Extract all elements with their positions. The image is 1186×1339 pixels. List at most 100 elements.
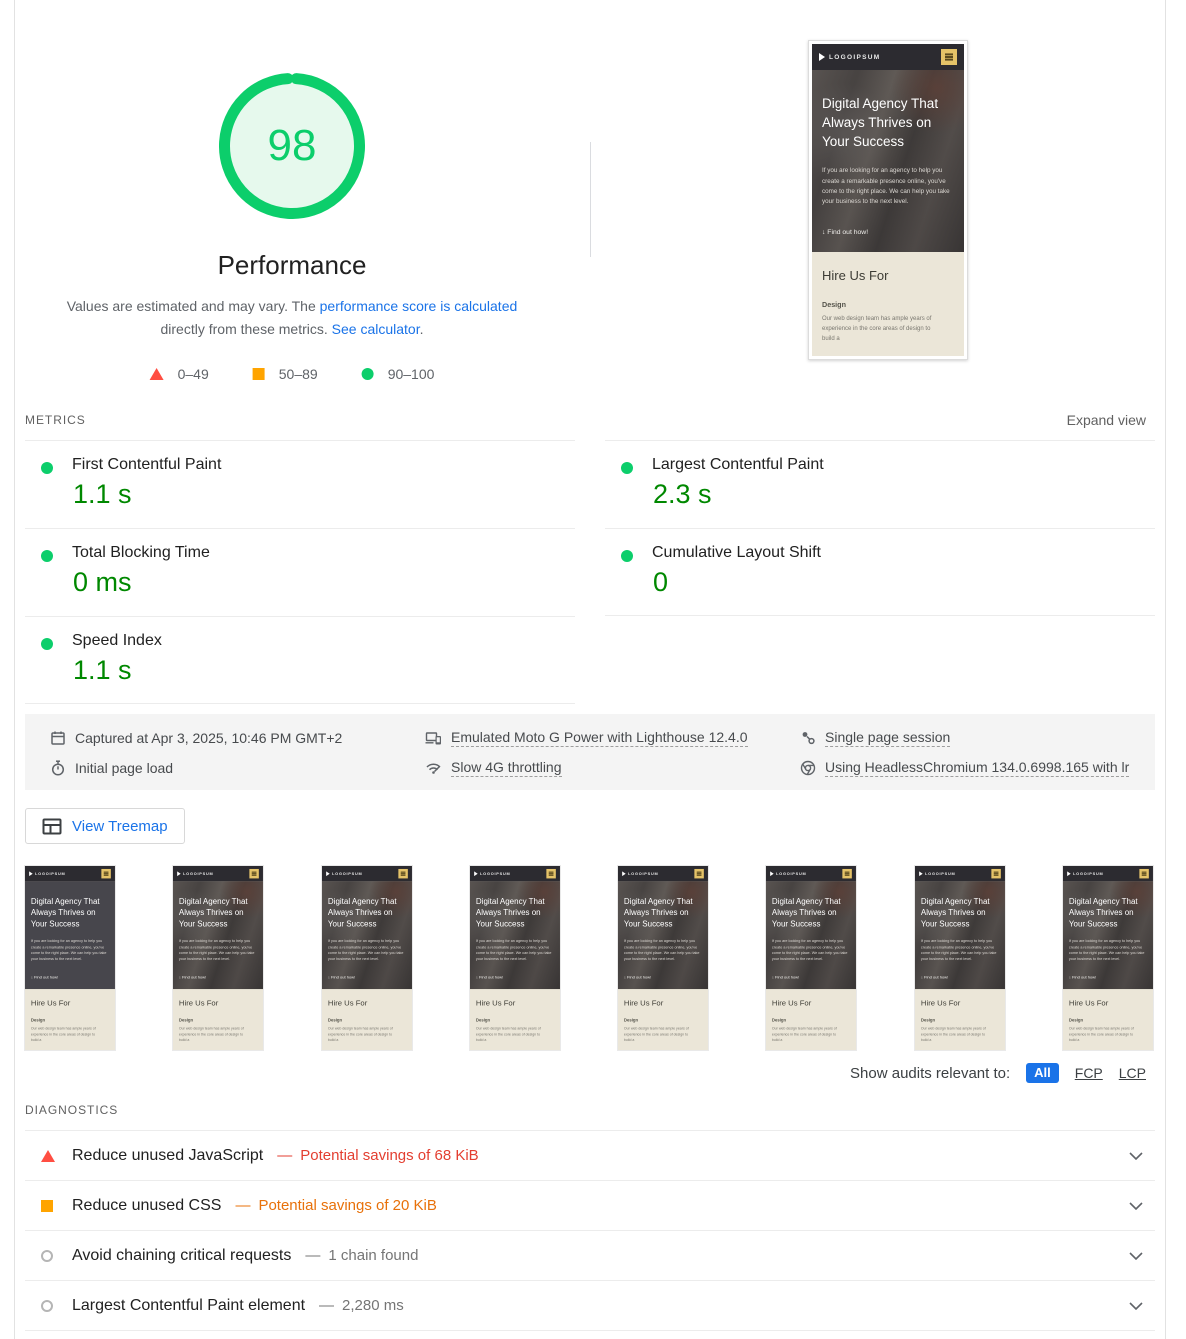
diagnostic-largest-contentful-paint-element[interactable]: Largest Contentful Paint element — 2,280… — [25, 1280, 1155, 1330]
chevron-down-icon[interactable] — [1129, 1151, 1143, 1160]
metric-empty-cell — [605, 616, 1155, 704]
thumb-body-section: Hire Us For Design Our web design team h… — [25, 989, 115, 1044]
diagnostic-separator: — — [305, 1247, 321, 1264]
logoipsum-logo-icon — [918, 871, 923, 877]
filter-all-chip[interactable]: All — [1026, 1063, 1059, 1083]
thumb-subheading: Design — [475, 1017, 490, 1023]
performance-score-value: 98 — [267, 121, 317, 170]
filmstrip-frame: LOGOIPSUM Digital Agency That Always Thr… — [468, 865, 561, 1051]
stopwatch-icon — [51, 760, 65, 776]
expand-view-button[interactable]: Expand view — [1067, 412, 1146, 428]
score-calc-link[interactable]: performance score is calculated — [320, 298, 518, 314]
thumb-site-logo-text: LOGOIPSUM — [628, 871, 659, 876]
logoipsum-logo-icon — [177, 871, 181, 877]
performance-score-gauge[interactable]: 98 — [219, 73, 365, 219]
average-square-icon — [41, 1199, 53, 1212]
thumb-subheading: Design — [822, 300, 846, 309]
thumb-body-section: Hire Us For Design Our web design team h… — [766, 989, 857, 1044]
thumb-headline: Digital Agency That Always Thrives on Yo… — [179, 896, 248, 929]
filmstrip-frame: LOGOIPSUM Digital Agency That Always Thr… — [24, 865, 116, 1051]
thumb-body-section: Hire Us For Design Our web design team h… — [321, 989, 412, 1044]
filmstrip: LOGOIPSUM Digital Agency That Always Thr… — [24, 865, 1154, 1051]
score-description-text-1: Values are estimated and may vary. The — [66, 298, 320, 314]
thumb-body-section: Hire Us For Design Our web design team h… — [914, 989, 1005, 1044]
thumb-site-logo-text: LOGOIPSUM — [183, 871, 214, 876]
diagnostic-detail: Potential savings of 68 KiB — [300, 1147, 479, 1164]
pass-circle-icon — [41, 462, 53, 474]
thumb-headline: Digital Agency That Always Thrives on Yo… — [1068, 896, 1138, 929]
thumb-headline: Digital Agency That Always Thrives on Yo… — [920, 896, 990, 929]
thumb-site-header: LOGOIPSUM — [1062, 866, 1153, 882]
thumb-paragraph: If you are looking for an agency to help… — [822, 167, 950, 205]
diagnostic-reduce-unused-css[interactable]: Reduce unused CSS — Potential savings of… — [25, 1180, 1155, 1230]
thumb-cta: ↓ Find out how! — [772, 975, 800, 980]
thumb-subheading: Design — [920, 1017, 935, 1023]
session-type[interactable]: Single page session — [800, 727, 1155, 749]
metric-cumulative-layout-shift: Cumulative Layout Shift 0 — [605, 528, 1155, 616]
hamburger-menu-icon — [991, 868, 1001, 879]
logoipsum-logo-icon — [29, 871, 33, 877]
chevron-down-icon[interactable] — [1129, 1301, 1143, 1310]
throttling-text: Slow 4G throttling — [451, 759, 562, 777]
filmstrip-frame: LOGOIPSUM Digital Agency That Always Thr… — [765, 865, 858, 1051]
thumb-section-title: Hire Us For — [920, 998, 960, 1008]
diagnostic-avoid-chaining-critical-requests[interactable]: Avoid chaining critical requests — 1 cha… — [25, 1230, 1155, 1280]
thumb-paragraph: If you are looking for an agency to help… — [30, 939, 107, 962]
browser-version[interactable]: Using HeadlessChromium 134.0.6998.165 wi… — [800, 757, 1155, 779]
score-description-text-3: . — [419, 321, 424, 337]
hamburger-menu-icon — [694, 868, 704, 879]
hamburger-menu-icon — [842, 868, 853, 879]
thumb-body-section: Hire Us For Design Our web design team h… — [469, 989, 560, 1044]
report-right-border — [1165, 0, 1166, 1339]
emulated-device-text: Emulated Moto G Power with Lighthouse 12… — [451, 729, 748, 747]
thumb-body-section: Hire Us For Design Our web design team h… — [173, 989, 264, 1044]
thumb-hero-section: Digital Agency That Always Thrives on Yo… — [812, 70, 964, 252]
chevron-down-icon[interactable] — [1129, 1201, 1143, 1210]
thumb-body-text: Our web design team has ample years of e… — [772, 1027, 838, 1043]
metric-largest-contentful-paint: Largest Contentful Paint 2.3 s — [605, 440, 1155, 528]
throttling[interactable]: Slow 4G throttling — [425, 757, 800, 779]
thumb-hero-section: Digital Agency That Always Thrives on Yo… — [25, 881, 115, 990]
metric-value: 1.1 s — [73, 479, 132, 509]
thumb-cta: ↓ Find out how! — [920, 975, 948, 980]
performance-title: Performance — [217, 250, 367, 280]
thumb-hero-section: Digital Agency That Always Thrives on Yo… — [470, 881, 560, 990]
page-screenshot: LOGOIPSUM Digital Agency That Always Thr… — [469, 866, 560, 1050]
legend-item-average: 50–89 — [252, 366, 318, 382]
filter-fcp-link[interactable]: FCP — [1075, 1065, 1103, 1081]
legend-label-pass: 90–100 — [387, 366, 435, 382]
metric-value: 2.3 s — [653, 479, 712, 509]
thumb-site-header: LOGOIPSUM — [914, 866, 1005, 882]
filmstrip-frame: LOGOIPSUM Digital Agency That Always Thr… — [172, 865, 265, 1051]
pass-circle-icon — [41, 550, 53, 562]
thumb-site-header: LOGOIPSUM — [812, 44, 964, 70]
thumb-subheading: Design — [624, 1017, 639, 1023]
diagnostic-reduce-unused-javascript[interactable]: Reduce unused JavaScript — Potential sav… — [25, 1130, 1155, 1180]
fail-triangle-icon — [41, 1149, 55, 1162]
thumb-headline: Digital Agency That Always Thrives on Yo… — [772, 896, 842, 929]
pass-circle-icon — [361, 368, 374, 380]
emulated-device[interactable]: Emulated Moto G Power with Lighthouse 12… — [425, 727, 800, 749]
thumb-body-text: Our web design team has ample years of e… — [920, 1027, 986, 1043]
metric-first-contentful-paint: First Contentful Paint 1.1 s — [25, 440, 575, 528]
thumb-site-header: LOGOIPSUM — [173, 866, 264, 882]
filmstrip-frame: LOGOIPSUM Digital Agency That Always Thr… — [1061, 865, 1154, 1051]
see-calculator-link[interactable]: See calculator — [332, 321, 420, 337]
view-treemap-button[interactable]: View Treemap — [25, 808, 185, 844]
chevron-down-icon[interactable] — [1129, 1251, 1143, 1260]
page-screenshot: LOGOIPSUM Digital Agency That Always Thr… — [766, 866, 857, 1050]
thumb-cta: ↓ Find out how! — [30, 975, 59, 980]
diagnostics-heading: DIAGNOSTICS — [25, 1103, 119, 1117]
score-section-divider — [590, 142, 591, 257]
thumb-paragraph: If you are looking for an agency to help… — [920, 939, 997, 962]
thumb-body-text: Our web design team has ample years of e… — [475, 1027, 541, 1043]
page-screenshot: LOGOIPSUM Digital Agency That Always Thr… — [914, 866, 1005, 1050]
page-screenshot: LOGOIPSUM Digital Agency That Always Thr… — [812, 44, 964, 356]
filter-lcp-link[interactable]: LCP — [1119, 1065, 1146, 1081]
audit-filter-label: Show audits relevant to: — [850, 1064, 1011, 1082]
single-session-icon — [802, 732, 815, 745]
captured-at: Captured at Apr 3, 2025, 10:46 PM GMT+2 — [50, 727, 425, 749]
metric-name: First Contentful Paint — [72, 456, 222, 473]
diagnostic-separator: — — [235, 1197, 251, 1214]
thumb-body-text: Our web design team has ample years of e… — [1068, 1027, 1134, 1043]
